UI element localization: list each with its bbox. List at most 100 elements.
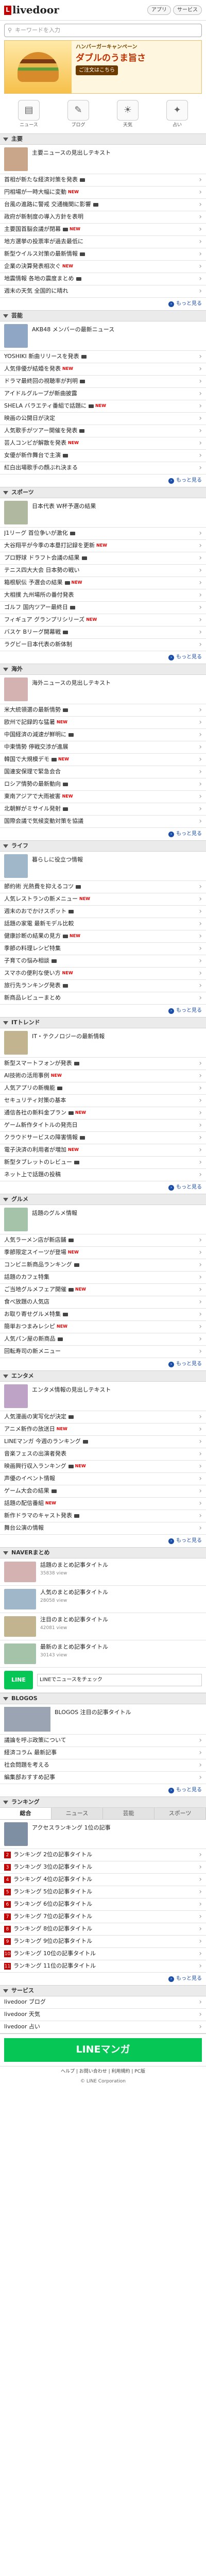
naver-item[interactable]: 最新のまとめ記事タイトル 30143 view (0, 1640, 206, 1668)
article-row[interactable]: 話題のカフェ特集 › (0, 1272, 206, 1284)
article-row[interactable]: 中国経済の減速が鮮明に › (0, 729, 206, 742)
article-row[interactable]: 人気レストランの新メニュー NEW › (0, 893, 206, 906)
article-row[interactable]: プロ野球 ドラフト会議の結果 › (0, 552, 206, 565)
article-row[interactable]: 人気パン屋の新商品 › (0, 1333, 206, 1346)
featured-article[interactable]: 暮らしに役立つ情報 (0, 852, 206, 882)
service-row[interactable]: livedoor ブログ › (0, 1996, 206, 2009)
service-row[interactable]: livedoor 占い › (0, 2021, 206, 2034)
article-row[interactable]: AI技術の活用事例 NEW › (0, 1070, 206, 1083)
article-row[interactable]: LINEマンガ 今週のランキング › (0, 1436, 206, 1449)
article-row[interactable]: 声優のイベント情報 › (0, 1473, 206, 1486)
article-row[interactable]: 人気ラーメン店が新店舗 › (0, 1234, 206, 1247)
service-row[interactable]: livedoor 天気 › (0, 2009, 206, 2022)
article-row[interactable]: 新型タブレットのレビュー › (0, 1157, 206, 1170)
article-row[interactable]: 季節の料理レシピ特集 › (0, 943, 206, 956)
ranking-row[interactable]: 7 ランキング 7位の記事タイトル › (0, 1911, 206, 1924)
blogos-row[interactable]: 編集部おすすめ記事 › (0, 1772, 206, 1785)
section-header[interactable]: 海外 (0, 664, 206, 675)
featured-article[interactable]: エンタメ情報の見出しテキスト (0, 1382, 206, 1412)
more-link[interactable]: › もっと見る (0, 474, 206, 487)
article-row[interactable]: 欧州で記録的な猛暑 NEW › (0, 717, 206, 730)
article-row[interactable]: 大谷翔平が今季の本塁打記録を更新 NEW › (0, 540, 206, 553)
article-row[interactable]: 国際会議で気候変動対策を協議 › (0, 816, 206, 828)
featured-article[interactable]: IT・テクノロジーの最新情報 (0, 1028, 206, 1058)
article-row[interactable]: 映画の公開日が決定 › (0, 413, 206, 426)
featured-article[interactable]: AKB48 メンバーの最新ニュース (0, 321, 206, 351)
line-manga-banner[interactable]: LINEマンガ (4, 2038, 202, 2062)
article-row[interactable]: アイドルグループが新曲披露 › (0, 388, 206, 401)
category-button[interactable]: ☀ 天気 (114, 100, 141, 128)
article-row[interactable]: 電子決済の利用者が増加 NEW › (0, 1144, 206, 1157)
more-link[interactable]: › もっと見る (0, 298, 206, 310)
more-link[interactable]: › もっと見る (0, 1535, 206, 1547)
article-row[interactable]: 北朝鮮がミサイル発射 › (0, 803, 206, 816)
article-row[interactable]: コンビニ新商品ランキング › (0, 1259, 206, 1272)
blogos-row[interactable]: 議論を呼ぶ政策について › (0, 1735, 206, 1748)
section-header[interactable]: ライフ (0, 840, 206, 852)
article-row[interactable]: SHELA バラエティ番組で話題に NEW › (0, 400, 206, 413)
section-header[interactable]: エンタメ (0, 1370, 206, 1382)
line-promo[interactable]: LINE LINEでニュースをチェック (0, 1668, 206, 1693)
article-row[interactable]: 韓国で大規模デモ NEW › (0, 754, 206, 767)
article-row[interactable]: 台風の進路に警戒 交通機関に影響 › (0, 199, 206, 212)
section-header[interactable]: 芸能 (0, 310, 206, 322)
ad-cta[interactable]: ご注文はこちら (76, 65, 118, 76)
article-row[interactable]: ご当地グルメフェア開催 NEW › (0, 1284, 206, 1297)
naver-header[interactable]: NAVERまとめ (0, 1547, 206, 1559)
article-row[interactable]: フィギュア グランプリシリーズ NEW › (0, 614, 206, 627)
article-row[interactable]: 主要国首脳会議が閉幕 NEW › (0, 224, 206, 236)
article-row[interactable]: 週末の天気 全国的に晴れ › (0, 285, 206, 298)
article-row[interactable]: アニメ新作の放送日 NEW › (0, 1423, 206, 1436)
article-row[interactable]: 音楽フェスの出演者発表 › (0, 1448, 206, 1461)
article-row[interactable]: 舞台公演の情報 › (0, 1522, 206, 1535)
featured-article[interactable]: 話題のグルメ情報 (0, 1205, 206, 1235)
section-header[interactable]: グルメ (0, 1194, 206, 1206)
article-row[interactable]: ネット上で話題の投稿 › (0, 1169, 206, 1182)
logo[interactable]: Llivedoor (4, 3, 59, 17)
category-button[interactable]: ✦ 占い (164, 100, 191, 128)
article-row[interactable]: ゲーム新作タイトルの発売日 › (0, 1120, 206, 1132)
article-row[interactable]: YOSHIKI 新曲リリースを発表 › (0, 351, 206, 364)
ranking-row[interactable]: 2 ランキング 2位の記事タイトル › (0, 1849, 206, 1862)
blogos-row[interactable]: 経済コラム 最新記事 › (0, 1747, 206, 1760)
more-link[interactable]: › もっと見る (0, 1005, 206, 1017)
article-row[interactable]: 簡単おつまみレシピ NEW › (0, 1321, 206, 1334)
service-button[interactable]: サービス (173, 5, 202, 15)
article-row[interactable]: クラウドサービスの障害情報 › (0, 1132, 206, 1145)
more-link[interactable]: › もっと見る (0, 1181, 206, 1194)
more-link[interactable]: › もっと見る (0, 651, 206, 664)
article-row[interactable]: 人気アプリの新機能 › (0, 1082, 206, 1095)
ad-banner[interactable]: ハンバーガーキャンペーン ダブルのうま旨さ ご注文はこちら (4, 40, 202, 94)
article-row[interactable]: バスケ Bリーグ開幕戦 › (0, 626, 206, 639)
article-row[interactable]: 首相が新たな経済対策を発表 › (0, 174, 206, 187)
article-row[interactable]: 新型スマートフォンが発表 › (0, 1058, 206, 1071)
article-row[interactable]: ラグビー日本代表の新体制 › (0, 639, 206, 652)
article-row[interactable]: 回転寿司の新メニュー › (0, 1346, 206, 1359)
article-row[interactable]: 食べ放題の人気店 › (0, 1296, 206, 1309)
article-row[interactable]: ゲーム大会の結果 › (0, 1485, 206, 1498)
blogos-featured[interactable]: BLOGOS 注目の記事タイトル (0, 1704, 206, 1735)
article-row[interactable]: 地方選挙の投票率が過去最低に › (0, 236, 206, 249)
article-row[interactable]: スマホの便利な使い方 NEW › (0, 968, 206, 980)
article-row[interactable]: 子育ての悩み相談 › (0, 955, 206, 968)
featured-article[interactable]: 日本代表 W杯予選の結果 (0, 498, 206, 528)
more-link[interactable]: › もっと見る (0, 1784, 206, 1797)
article-row[interactable]: 紅白出場歌手の顔ぶれ決まる › (0, 462, 206, 475)
ranking-row[interactable]: 3 ランキング 3位の記事タイトル › (0, 1861, 206, 1874)
article-row[interactable]: 人気漫画の実写化が決定 › (0, 1411, 206, 1424)
ranking-row[interactable]: 9 ランキング 9位の記事タイトル › (0, 1936, 206, 1948)
article-row[interactable]: セキュリティ対策の基本 › (0, 1095, 206, 1108)
article-row[interactable]: 円相場が一時大幅に変動 NEW › (0, 187, 206, 199)
section-header[interactable]: 主要 (0, 133, 206, 145)
article-row[interactable]: 新商品レビューまとめ › (0, 992, 206, 1005)
article-row[interactable]: 新型ウイルス対策の最新情報 › (0, 248, 206, 261)
article-row[interactable]: ロシア情勢の最新動向 › (0, 778, 206, 791)
category-button[interactable]: ▤ ニュース (15, 100, 42, 128)
service-header[interactable]: サービス (0, 1985, 206, 1997)
article-row[interactable]: 中東情勢 停戦交渉が進展 › (0, 741, 206, 754)
article-row[interactable]: J1リーグ 首位争いが激化 › (0, 528, 206, 540)
article-row[interactable]: お取り寄せグルメ特集 › (0, 1309, 206, 1321)
featured-article[interactable]: 主要ニュースの見出しテキスト (0, 145, 206, 175)
article-row[interactable]: 箱根駅伝 予選会の結果 NEW › (0, 577, 206, 590)
search-input[interactable]: ⚲ キーワードを入力 (4, 24, 202, 37)
